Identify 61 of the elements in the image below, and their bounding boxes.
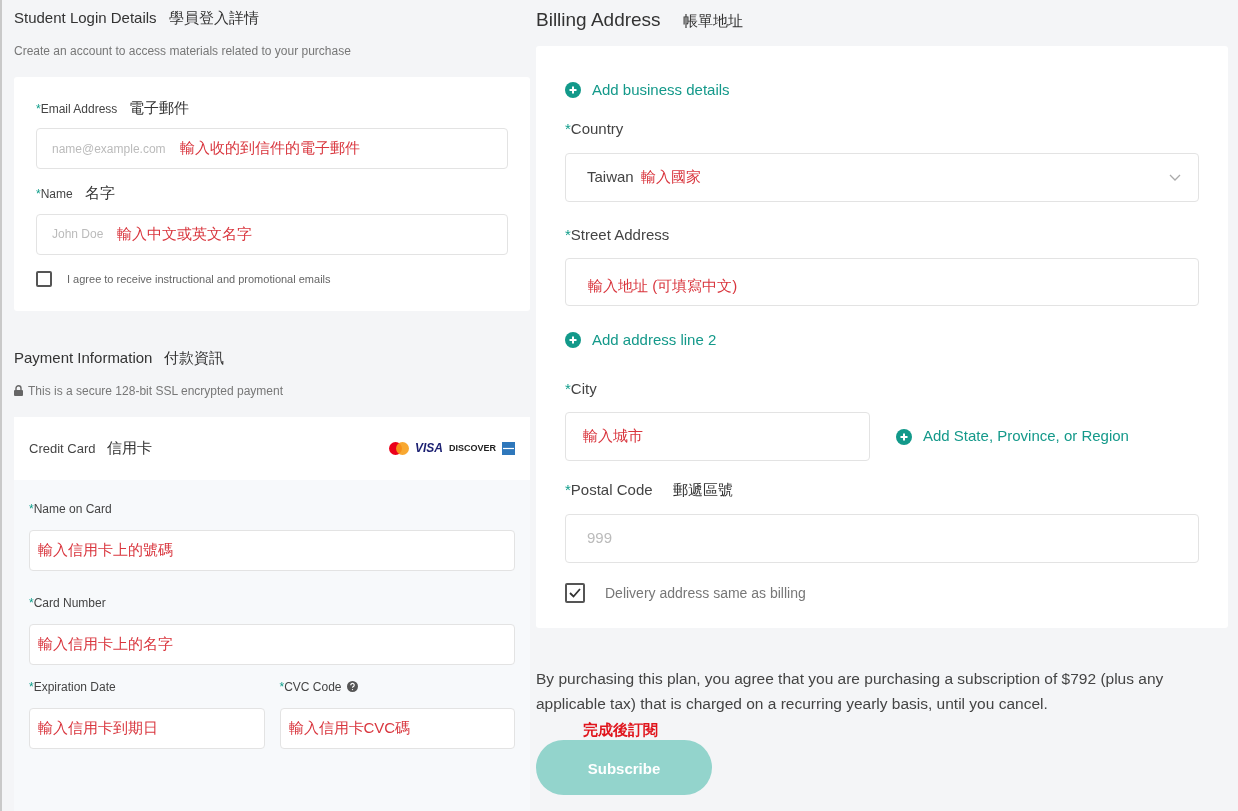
checkbox[interactable] <box>565 583 585 603</box>
section-title-chinese: 學員登入詳情 <box>168 8 259 28</box>
card-brand-icon <box>502 441 515 455</box>
section-title-chinese: 付款資訊 <box>164 348 225 368</box>
discover-logo: DISCOVER <box>449 443 496 453</box>
country-select[interactable]: Taiwan 輸入國家 <box>565 152 1199 202</box>
annotation-text: 輸入信用卡上的名字 <box>38 633 173 654</box>
annotation-text: 完成後訂閱 <box>583 720 658 739</box>
plus-circle-icon <box>565 332 581 349</box>
annotation-text: 輸入城市 <box>583 426 643 447</box>
section-title: Student Login Details <box>14 8 157 28</box>
visa-logo: VISA <box>414 442 443 454</box>
add-address-line-link[interactable]: Add address line 2 <box>565 329 1199 352</box>
terms-text: By purchasing this plan, you agree that you are purchasing a subscription of $792 (plus any applicable tax) that is charged on a recurring yearly basis, until you cancel. <box>536 668 1165 714</box>
annotation-text: 輸入信用卡CVC碼 <box>288 717 411 738</box>
section-title: Payment Information <box>14 348 153 368</box>
text-field[interactable]: 輸入信用卡CVC碼 <box>279 707 515 749</box>
field-label-chinese: 郵遞區號 <box>672 480 733 500</box>
text-field[interactable]: 輸入信用卡上的號碼 <box>29 529 515 571</box>
field-label: *City <box>565 378 598 399</box>
field-label: *Email Address <box>36 100 118 118</box>
field-label: *Country <box>565 119 625 139</box>
checkbox-label: Delivery address same as billing <box>605 583 806 603</box>
add-business-link[interactable]: Add business details <box>565 78 1199 101</box>
annotation-text: 輸入收的到信件的電子郵件 <box>179 138 360 159</box>
secure-note: This is a secure 128-bit SSL encrypted payment <box>28 382 284 400</box>
annotation-text: 輸入信用卡到期日 <box>38 717 158 738</box>
checkbox-label: I agree to receive instructional and promotional emails <box>67 271 331 287</box>
payment-method-label-chinese: 信用卡 <box>107 437 153 458</box>
add-region-link[interactable]: Add State, Province, or Region <box>896 425 1129 448</box>
annotation-text: 輸入國家 <box>640 166 701 187</box>
field-label: *Card Number <box>29 594 107 612</box>
field-label: *CVC Code <box>279 678 342 696</box>
annotation-text: 輸入信用卡上的號碼 <box>38 539 173 560</box>
checkbox[interactable] <box>36 270 52 287</box>
section-subtitle: Create an account to access materials related to your purchase <box>13 42 352 60</box>
chevron-down-icon <box>1169 173 1181 181</box>
plus-circle-icon <box>565 81 581 98</box>
check-icon <box>568 586 582 600</box>
text-field[interactable]: 輸入地址 (可填寫中文) <box>565 258 1199 306</box>
section-title: Billing Address <box>536 8 661 32</box>
text-field[interactable]: 輸入城市 <box>565 412 870 461</box>
payment-method-label: Credit Card <box>29 439 96 458</box>
lock-icon <box>14 385 23 396</box>
field-label: *Name on Card <box>29 500 113 518</box>
text-field[interactable]: John Doe 輸入中文或英文名字 <box>36 213 508 255</box>
text-field[interactable]: 輸入信用卡到期日 <box>29 707 265 749</box>
field-label: *Expiration Date <box>29 678 116 696</box>
field-label: *Street Address <box>565 224 671 245</box>
annotation-text: 輸入地址 (可填寫中文) <box>588 275 738 296</box>
help-icon[interactable] <box>346 681 358 692</box>
field-label-chinese: 名字 <box>84 183 115 203</box>
annotation-text: 輸入中文或英文名字 <box>117 223 253 244</box>
card-brand-icon <box>388 441 409 455</box>
field-label-chinese: 電子郵件 <box>129 97 190 118</box>
field-label: *Postal Code <box>565 480 653 500</box>
text-field[interactable]: 輸入信用卡上的名字 <box>29 623 515 665</box>
text-field[interactable]: name@example.com 輸入收的到信件的電子郵件 <box>36 128 508 169</box>
field-label: *Name <box>36 186 73 203</box>
section-title-chinese: 帳單地址 <box>682 11 743 31</box>
plus-circle-icon <box>896 428 912 445</box>
